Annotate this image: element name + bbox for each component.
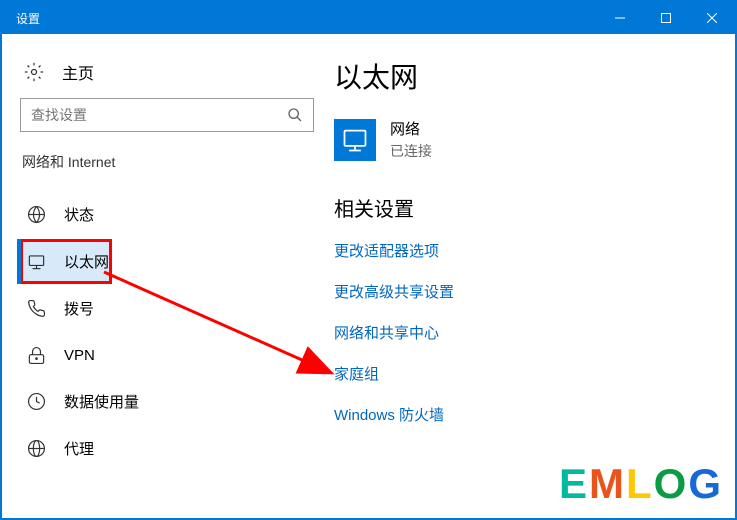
window-controls — [597, 2, 735, 34]
vpn-icon — [26, 345, 46, 365]
data-usage-icon — [26, 392, 46, 412]
link-advanced-sharing[interactable]: 更改高级共享设置 — [334, 281, 735, 302]
nav-item-status[interactable]: 状态 — [20, 192, 334, 237]
link-firewall[interactable]: Windows 防火墙 — [334, 404, 735, 425]
link-adapter-options[interactable]: 更改适配器选项 — [334, 240, 735, 261]
network-item[interactable]: 网络 已连接 — [334, 118, 735, 161]
main-panel: 以太网 网络 已连接 相关设置 更改适配器选项 更改高级共享设置 网络和共享中心… — [334, 34, 735, 518]
sidebar: 主页 网络和 Internet 状态 以太网 — [2, 34, 334, 518]
globe-icon — [26, 205, 46, 225]
maximize-button[interactable] — [643, 2, 689, 34]
network-status: 已连接 — [390, 141, 432, 161]
link-homegroup[interactable]: 家庭组 — [334, 363, 735, 384]
nav-item-proxy[interactable]: 代理 — [20, 426, 334, 471]
phone-icon — [26, 299, 46, 319]
link-network-center[interactable]: 网络和共享中心 — [334, 322, 735, 343]
home-label: 主页 — [62, 60, 94, 84]
related-links: 更改适配器选项 更改高级共享设置 网络和共享中心 家庭组 Windows 防火墙 — [334, 240, 735, 425]
window-title: 设置 — [16, 10, 597, 27]
content-area: 主页 网络和 Internet 状态 以太网 — [2, 34, 735, 518]
minimize-button[interactable] — [597, 2, 643, 34]
nav-item-vpn[interactable]: VPN — [20, 333, 334, 377]
nav-label: VPN — [64, 347, 95, 364]
nav-item-data-usage[interactable]: 数据使用量 — [20, 379, 334, 424]
nav-label: 拨号 — [64, 298, 94, 319]
nav-label: 代理 — [64, 438, 94, 459]
search-box[interactable] — [20, 98, 314, 132]
network-info: 网络 已连接 — [390, 118, 432, 161]
nav-item-ethernet[interactable]: 以太网 — [20, 239, 112, 284]
nav-label: 状态 — [64, 204, 94, 225]
search-icon — [287, 107, 303, 123]
network-name: 网络 — [390, 118, 432, 139]
close-button[interactable] — [689, 2, 735, 34]
related-settings-title: 相关设置 — [334, 193, 735, 222]
nav-item-dialup[interactable]: 拨号 — [20, 286, 334, 331]
close-icon — [707, 13, 717, 23]
search-input[interactable] — [31, 107, 287, 123]
nav-list: 状态 以太网 拨号 VPN — [20, 192, 334, 471]
proxy-icon — [26, 439, 46, 459]
minimize-icon — [615, 13, 625, 23]
titlebar: 设置 — [2, 2, 735, 34]
watermark: EMLOG — [559, 460, 723, 508]
category-label: 网络和 Internet — [20, 152, 334, 172]
page-title: 以太网 — [334, 56, 735, 96]
ethernet-icon — [26, 252, 46, 272]
nav-label: 以太网 — [64, 251, 109, 272]
home-link[interactable]: 主页 — [20, 52, 334, 98]
maximize-icon — [661, 13, 671, 23]
network-icon — [334, 119, 376, 161]
nav-label: 数据使用量 — [64, 391, 139, 412]
gear-icon — [24, 62, 44, 82]
